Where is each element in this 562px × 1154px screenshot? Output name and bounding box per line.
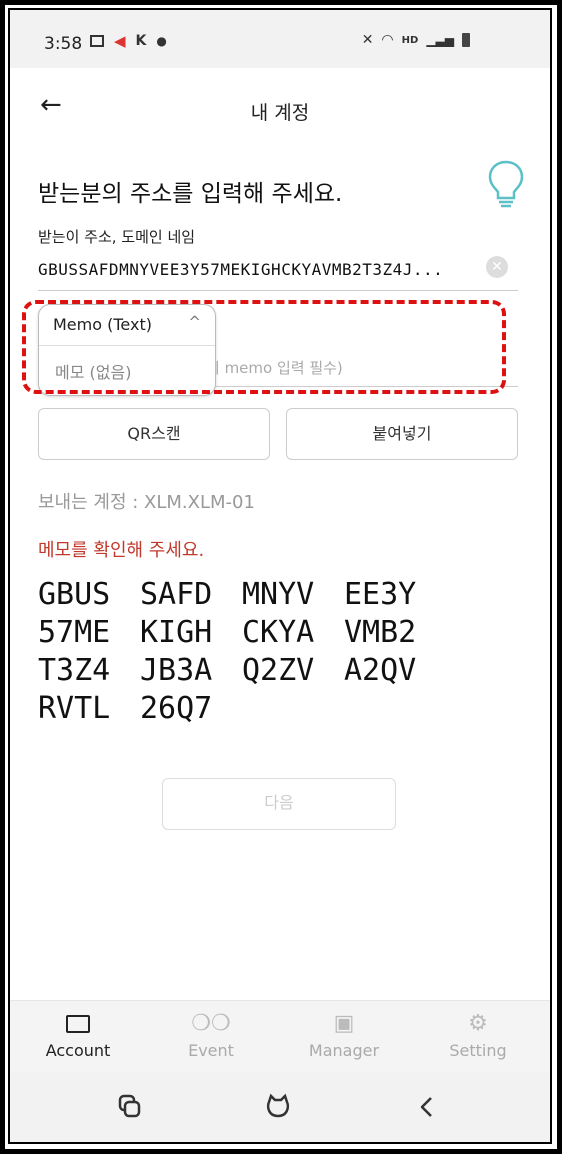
paste-button[interactable]: 붙여넣기	[286, 408, 518, 460]
status-bar: 3:58 ◀ K ● ✕ ◠ HD ▁▃▅	[10, 10, 550, 68]
memo-chunk: Q2ZV	[242, 653, 315, 688]
nav-event[interactable]: ❍❍ Event	[151, 1011, 271, 1060]
memo-chunk: JB3A	[140, 653, 213, 688]
memo-chunk: CKYA	[242, 615, 315, 650]
dot-icon: ●	[156, 34, 167, 48]
gear-icon: ⚙	[468, 1011, 488, 1036]
memo-display: GBUS SAFD MNYV EE3Y 57ME KIGH CKYA VMB2 …	[38, 576, 446, 728]
balloons-icon: ❍❍	[191, 1011, 231, 1036]
memo-row: GBUS SAFD MNYV EE3Y	[38, 576, 446, 614]
memo-chunk: T3Z4	[38, 653, 111, 688]
nav-label: Manager	[308, 1041, 380, 1060]
sender-account: 보내는 계정 : XLM.XLM-01	[38, 492, 255, 513]
hd-voice-icon: HD	[401, 34, 419, 46]
address-label: 받는이 주소, 도메인 네임	[38, 228, 196, 246]
back-icon[interactable]	[412, 1092, 442, 1122]
status-right-icons: ✕ ◠ HD ▁▃▅	[362, 32, 470, 48]
nav-label: Account	[45, 1041, 111, 1060]
k-icon: K	[135, 33, 147, 49]
memo-row: 57ME KIGH CKYA VMB2	[38, 614, 446, 652]
address-input[interactable]: GBUSSAFDMNYVEE3Y57MEKIGHCKYAVMB2T3Z4J...	[38, 260, 443, 279]
battery-icon	[462, 33, 470, 47]
wallet-icon	[18, 1011, 138, 1037]
recents-icon[interactable]	[114, 1092, 144, 1122]
nav-label: Event	[188, 1041, 234, 1060]
memo-chunk: 26Q7	[140, 691, 213, 726]
lightbulb-icon[interactable]	[486, 158, 526, 210]
highlight-annotation	[22, 300, 506, 394]
memo-warning: 메모를 확인해 주세요.	[38, 540, 205, 561]
memo-chunk: GBUS	[38, 577, 111, 612]
memo-chunk: EE3Y	[344, 577, 417, 612]
mute-icon: ✕	[361, 32, 374, 48]
app-header: ← 내 계정	[10, 68, 550, 142]
memo-chunk: MNYV	[242, 577, 315, 612]
image-icon	[90, 35, 104, 47]
bottom-nav: Account ❍❍ Event ▣ Manager ⚙ Setting	[10, 1000, 550, 1073]
memo-chunk: SAFD	[140, 577, 213, 612]
megaphone-icon: ◀	[114, 32, 126, 50]
memo-row: RVTL 26Q7	[38, 690, 446, 728]
system-nav-bar	[10, 1072, 550, 1142]
status-left-icons: ◀ K ●	[90, 32, 167, 50]
status-time: 3:58	[44, 34, 83, 54]
manager-icon: ▣	[333, 1011, 355, 1036]
wifi-icon: ◠	[381, 32, 394, 48]
address-underline	[38, 290, 518, 291]
nav-label: Setting	[449, 1041, 507, 1060]
home-icon[interactable]	[263, 1092, 293, 1122]
clear-icon[interactable]: ✕	[486, 256, 508, 278]
memo-row: T3Z4 JB3A Q2ZV A2QV	[38, 652, 446, 690]
signal-icon: ▁▃▅	[426, 33, 454, 47]
memo-chunk: 57ME	[38, 615, 111, 650]
nav-account[interactable]: Account	[18, 1011, 138, 1060]
nav-setting[interactable]: ⚙ Setting	[418, 1011, 538, 1060]
next-button[interactable]: 다음	[162, 778, 396, 830]
qr-scan-button[interactable]: QR스캔	[38, 408, 270, 460]
page-title: 내 계정	[250, 102, 310, 124]
memo-chunk: VMB2	[344, 615, 417, 650]
phone-screen: 3:58 ◀ K ● ✕ ◠ HD ▁▃▅ ← 내 계정 받는분의 주소를 입력…	[8, 8, 552, 1144]
memo-chunk: A2QV	[344, 653, 417, 688]
form-heading: 받는분의 주소를 입력해 주세요.	[38, 181, 343, 207]
memo-chunk: RVTL	[38, 691, 111, 726]
nav-manager[interactable]: ▣ Manager	[284, 1011, 404, 1060]
memo-chunk: KIGH	[140, 615, 213, 650]
